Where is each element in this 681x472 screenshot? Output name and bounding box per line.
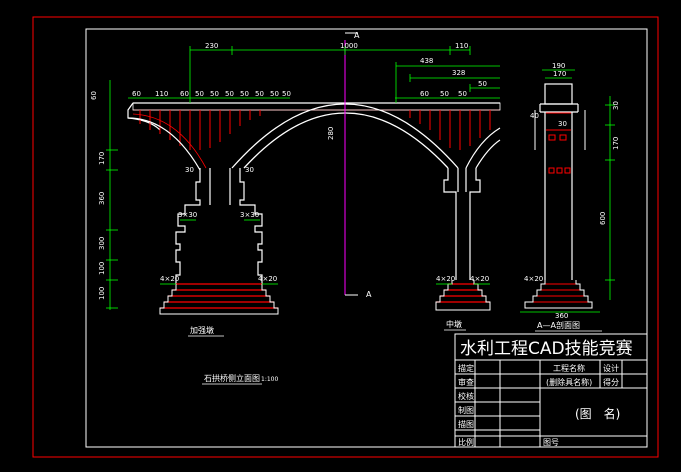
- dim-deck-h: 60: [90, 91, 98, 100]
- elevation-dim-text: 230 1000 110 438 328 50 60 110 60 50 50 …: [90, 42, 489, 300]
- dim-4x20-m2: 4×20: [470, 275, 489, 283]
- dim-40: 40: [530, 112, 539, 120]
- label-left-pier: 加强墩: [190, 325, 214, 335]
- dim-190: 190: [552, 62, 565, 70]
- dim-230: 230: [205, 42, 218, 50]
- section-a-a: 190 170 40 30 30 170 600 360 4×20: [520, 62, 620, 320]
- dim-left-110: 110: [155, 90, 168, 98]
- dim-30-r: 30: [245, 166, 254, 174]
- dim-170-top: 170: [553, 70, 566, 78]
- elevation-dimensions: [106, 46, 500, 310]
- section-mark-top: A: [354, 31, 360, 40]
- dim-3x30-r: 3×30: [240, 211, 259, 219]
- dim-seq: 60: [180, 90, 189, 98]
- tb-row: 制图: [458, 405, 474, 415]
- dim-seq: 50: [210, 90, 219, 98]
- dim-seq: 50: [458, 90, 467, 98]
- label-mid-pier: 中墩: [446, 319, 462, 329]
- dim-50: 50: [478, 80, 487, 88]
- tb-project-label: 工程名称: [553, 363, 585, 373]
- dim-360: 360: [555, 312, 568, 320]
- label-section: A—A剖面图: [537, 320, 580, 330]
- dim-seq: 50: [225, 90, 234, 98]
- dim-side-600: 600: [599, 212, 607, 225]
- dim-side-30: 30: [612, 101, 620, 110]
- dim-pier: 170: [98, 152, 106, 165]
- elevation-title: 石拱桥侧立面图: [204, 373, 260, 383]
- cad-drawing: A A 230 1000 110 438 328 50 60 110 60 50…: [32, 16, 659, 458]
- tb-row: 审查: [458, 377, 474, 387]
- title-block-heading: 水利工程CAD技能竞赛: [460, 339, 633, 359]
- dim-4x20-sec: 4×20: [524, 275, 543, 283]
- tb-row: 比例: [458, 437, 474, 447]
- tb-row: 校核: [458, 391, 474, 401]
- tb-project-value: (删除具名称): [546, 377, 592, 387]
- dim-seq: 50: [195, 90, 204, 98]
- dim-1000: 1000: [340, 42, 358, 50]
- dim-seq: 60: [420, 90, 429, 98]
- dim-seq: 50: [440, 90, 449, 98]
- tb-row: 描图: [458, 419, 474, 429]
- cad-drawing-canvas: A A 230 1000 110 438 328 50 60 110 60 50…: [0, 0, 681, 472]
- dim-seq: 50: [270, 90, 279, 98]
- elevation-scale: 1:100: [261, 376, 278, 383]
- dim-side-170: 170: [612, 137, 620, 150]
- tb-drawing-name: (图 名): [575, 406, 620, 421]
- dim-pier: 300: [98, 237, 106, 250]
- section-mark-bottom: A: [366, 290, 372, 299]
- dim-328: 328: [452, 69, 465, 77]
- dim-left-60: 60: [132, 90, 141, 98]
- dim-3x30-l: 3×30: [178, 211, 197, 219]
- tb-score: 得分: [603, 377, 619, 387]
- dim-arch-rise: 280: [327, 127, 335, 140]
- dim-seq: 50: [255, 90, 264, 98]
- dim-4x20-l: 4×20: [160, 275, 179, 283]
- tb-drawing-no: 图号: [543, 438, 559, 447]
- tb-row: 描定: [458, 363, 474, 373]
- tb-design: 设计: [603, 363, 619, 373]
- dim-110: 110: [455, 42, 468, 50]
- dim-seq: 50: [282, 90, 291, 98]
- dim-pier: 100: [98, 287, 106, 300]
- dim-4x20-r: 4×20: [258, 275, 277, 283]
- dim-30-sec: 30: [558, 120, 567, 128]
- dim-30-l: 30: [185, 166, 194, 174]
- dim-438: 438: [420, 57, 433, 65]
- dim-pier: 360: [98, 192, 106, 205]
- bridge-elevation: A A: [127, 31, 501, 315]
- dim-seq: 50: [240, 90, 249, 98]
- dim-pier: 100: [98, 262, 106, 275]
- dim-4x20-m1: 4×20: [436, 275, 455, 283]
